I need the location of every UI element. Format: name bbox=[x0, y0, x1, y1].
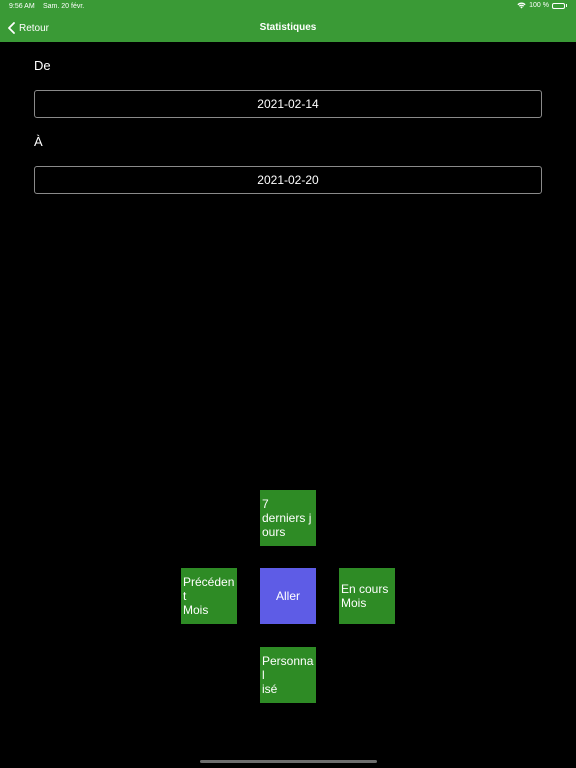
page-title: Statistiques bbox=[259, 22, 317, 33]
wifi-icon bbox=[517, 2, 526, 9]
to-label: À bbox=[34, 134, 43, 149]
chevron-left-icon bbox=[8, 22, 15, 34]
from-label: De bbox=[34, 58, 51, 73]
last-7-days-button[interactable]: 7 derniers j ours bbox=[260, 490, 316, 546]
home-indicator[interactable] bbox=[200, 760, 377, 763]
to-date-field[interactable]: 2021-02-20 bbox=[34, 166, 542, 194]
status-time: 9:56 AM bbox=[9, 3, 35, 10]
battery-percentage: 100 % bbox=[529, 2, 549, 9]
current-month-button[interactable]: En cours Mois bbox=[339, 568, 395, 624]
back-label: Retour bbox=[19, 22, 50, 34]
status-indicators: 100 % bbox=[517, 2, 567, 9]
status-date: Sam. 20 févr. bbox=[43, 3, 85, 10]
previous-month-button[interactable]: Précéden t Mois bbox=[181, 568, 237, 624]
statistics-screen: 9:56 AM Sam. 20 févr. 100 % Retour Stati… bbox=[0, 0, 576, 768]
status-bar: 9:56 AM Sam. 20 févr. 100 % bbox=[0, 0, 576, 14]
custom-range-button[interactable]: Personnal isé bbox=[260, 647, 316, 703]
from-date-field[interactable]: 2021-02-14 bbox=[34, 90, 542, 118]
go-button[interactable]: Aller bbox=[260, 568, 316, 624]
back-button[interactable]: Retour bbox=[7, 20, 49, 36]
navigation-header: 9:56 AM Sam. 20 févr. 100 % Retour Stati… bbox=[0, 0, 576, 42]
battery-icon bbox=[552, 2, 567, 9]
